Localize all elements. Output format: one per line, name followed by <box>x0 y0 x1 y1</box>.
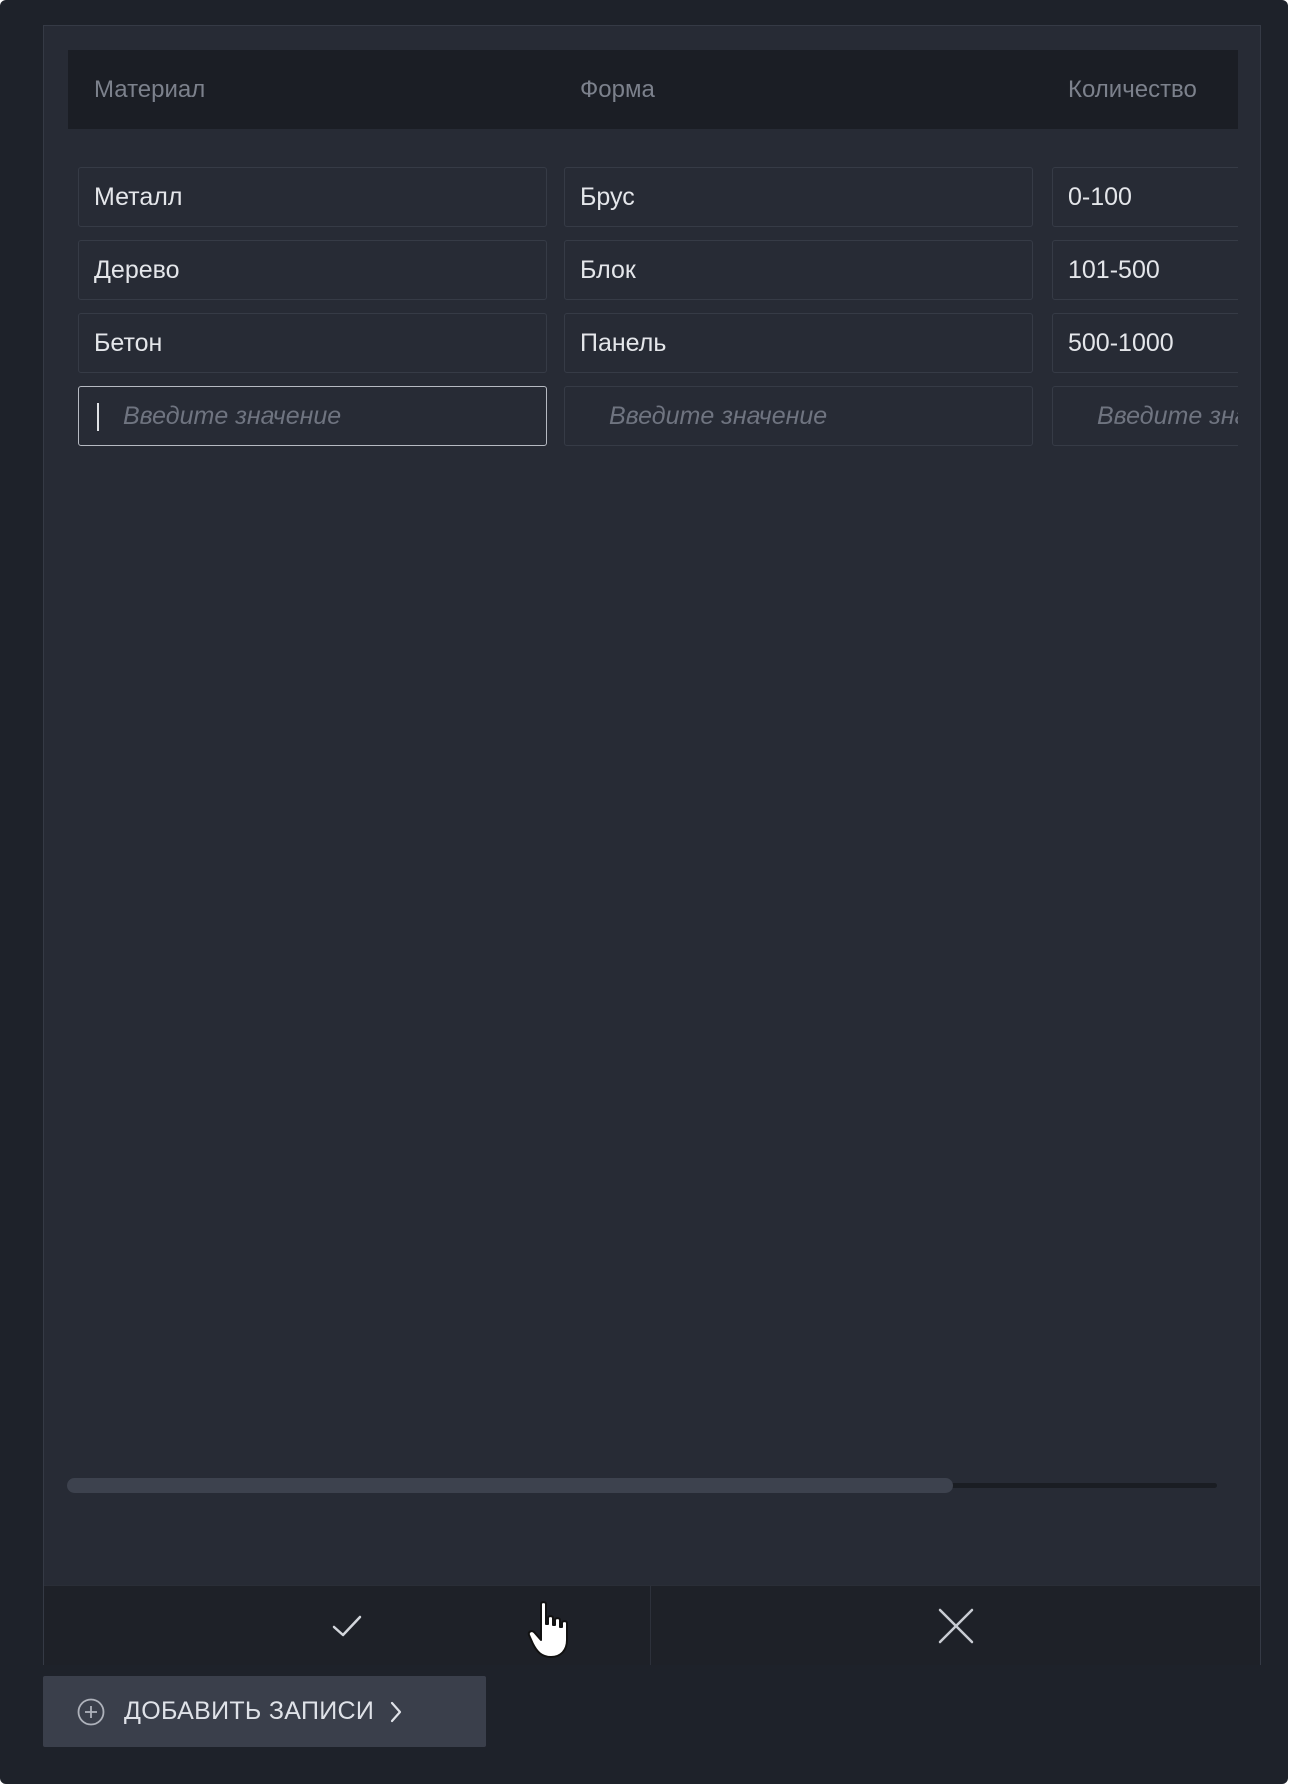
cell-shape-row-2[interactable]: Блок <box>564 240 1033 300</box>
horizontal-scrollbar[interactable] <box>67 1478 1217 1493</box>
cell-shape-row-1[interactable]: Брус <box>564 167 1033 227</box>
new-shape-placeholder: Введите значение <box>609 402 828 430</box>
cell-material-row-1[interactable]: Металл <box>78 167 547 227</box>
cell-quantity-row-2[interactable]: 101-500 <box>1052 240 1238 300</box>
column-header-material: Материал <box>94 76 206 103</box>
plus-circle-icon <box>77 1698 105 1725</box>
check-icon <box>332 1615 362 1636</box>
dialog-footer <box>44 1585 1260 1665</box>
new-quantity-input[interactable]: Введите значение <box>1052 386 1238 446</box>
records-panel: Материал Форма Количество Металл Брус 0-… <box>43 25 1261 1665</box>
cell-shape-row-3[interactable]: Панель <box>564 313 1033 373</box>
cell-material-row-2[interactable]: Дерево <box>78 240 547 300</box>
dialog-frame: Материал Форма Количество Металл Брус 0-… <box>0 0 1288 1784</box>
text-caret <box>97 403 99 431</box>
new-material-input[interactable]: Введите значение <box>78 386 547 446</box>
cell-material-row-3[interactable]: Бетон <box>78 313 547 373</box>
chevron-right-icon <box>391 1701 402 1722</box>
hand-pointer-cursor <box>527 1601 568 1658</box>
add-records-button[interactable]: ДОБАВИТЬ ЗАПИСИ <box>43 1676 486 1747</box>
scrollbar-thumb[interactable] <box>67 1478 953 1493</box>
column-header-shape: Форма <box>580 76 655 103</box>
cell-quantity-row-3[interactable]: 500-1000 <box>1052 313 1238 373</box>
records-table: Материал Форма Количество Металл Брус 0-… <box>68 50 1238 1410</box>
new-material-placeholder: Введите значение <box>123 402 342 430</box>
cell-quantity-row-1[interactable]: 0-100 <box>1052 167 1238 227</box>
new-quantity-placeholder: Введите значение <box>1097 402 1238 430</box>
cancel-button[interactable] <box>651 1586 1260 1665</box>
column-header-quantity: Количество <box>1068 76 1197 103</box>
close-icon <box>938 1608 973 1643</box>
new-shape-input[interactable]: Введите значение <box>564 386 1033 446</box>
add-records-label: ДОБАВИТЬ ЗАПИСИ <box>124 1697 375 1725</box>
table-header: Материал Форма Количество <box>68 50 1238 129</box>
